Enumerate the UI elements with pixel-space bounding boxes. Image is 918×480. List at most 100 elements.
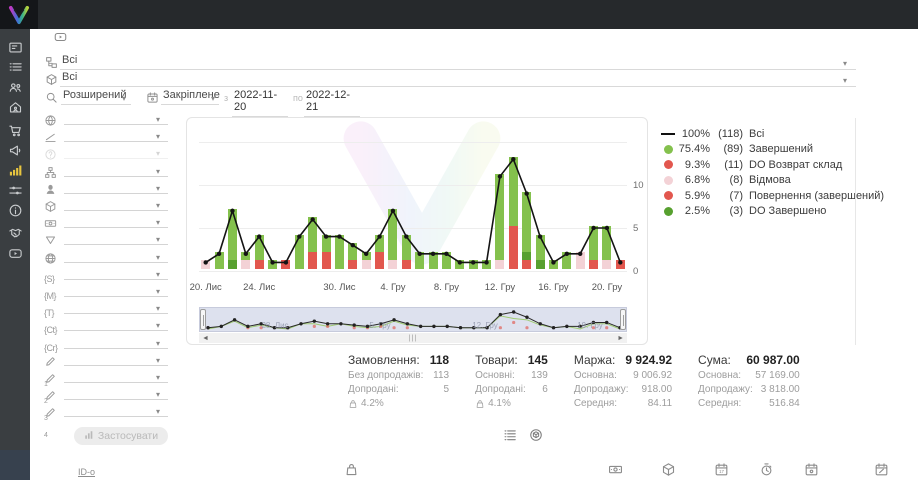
bar-2022-12-06[interactable] <box>415 252 424 269</box>
column-header-banknote[interactable] <box>608 462 623 480</box>
filter-select-17[interactable] <box>64 387 168 400</box>
chevron-down-icon[interactable]: ▾ <box>156 201 160 210</box>
video-tutorial-button[interactable] <box>51 30 70 44</box>
bar-2022-12-04[interactable] <box>388 209 397 269</box>
filter-select-11[interactable] <box>64 284 168 297</box>
chevron-down-icon[interactable]: ▾ <box>156 304 160 313</box>
sidebar-item-list[interactable] <box>0 57 30 77</box>
filter-select-6[interactable] <box>64 198 168 211</box>
chevron-down-icon[interactable]: ▾ <box>156 373 160 382</box>
filter-select-4[interactable] <box>64 164 168 177</box>
scroll-right-icon[interactable]: ► <box>614 335 627 342</box>
scroll-left-icon[interactable]: ◄ <box>199 335 212 342</box>
legend-entry[interactable]: 75.4%(89)Завершений <box>660 142 855 158</box>
bar-2022-12-11[interactable] <box>482 260 491 269</box>
bar-2022-12-08[interactable] <box>442 252 451 269</box>
bar-2022-11-21[interactable] <box>215 252 224 269</box>
bar-2022-11-25[interactable] <box>268 260 277 269</box>
chevron-down-icon[interactable]: ▾ <box>843 76 847 85</box>
filter-select-16[interactable] <box>64 370 168 383</box>
bar-2022-11-26[interactable] <box>281 260 290 269</box>
bar-2022-12-16[interactable] <box>549 260 558 269</box>
chevron-down-icon[interactable]: ▾ <box>156 390 160 399</box>
chevron-down-icon[interactable]: ▾ <box>156 132 160 141</box>
app-logo[interactable] <box>0 0 38 29</box>
filter-select-9[interactable] <box>64 250 168 263</box>
bar-2022-11-23[interactable] <box>241 252 250 269</box>
bar-2022-12-20[interactable] <box>602 226 611 269</box>
sidebar-item-dashboard[interactable] <box>0 37 30 57</box>
chevron-down-icon[interactable]: ▾ <box>156 253 160 262</box>
view-toggle-toggle-list[interactable] <box>503 428 517 442</box>
chevron-down-icon[interactable]: ▾ <box>843 59 847 68</box>
sidebar-item-users[interactable] <box>0 77 30 97</box>
chevron-down-icon[interactable]: ▾ <box>156 218 160 227</box>
filter-select-10[interactable] <box>64 267 168 280</box>
column-header-id-sort[interactable]: ID-o <box>78 462 95 480</box>
chevron-down-icon[interactable]: ▾ <box>156 287 160 296</box>
column-header-calendar-a[interactable] <box>804 462 819 480</box>
filter-select-18[interactable] <box>64 404 168 417</box>
sidebar-item-household[interactable] <box>0 97 30 117</box>
chevron-down-icon[interactable]: ▾ <box>156 115 160 124</box>
filter-select-12[interactable] <box>64 301 168 314</box>
chart-minimap[interactable]: 28. Лис5. Гру12. Гру19. Гру <box>199 307 627 332</box>
column-header-clock[interactable] <box>759 462 774 480</box>
legend-entry[interactable]: 5.9%(7)Повернення (завершений) <box>660 188 855 204</box>
bar-2022-12-10[interactable] <box>469 260 478 269</box>
bar-2022-12-02[interactable] <box>362 252 371 269</box>
source-select[interactable]: Всі <box>60 54 856 70</box>
chevron-down-icon[interactable]: ▾ <box>156 184 160 193</box>
column-header-package[interactable] <box>661 462 676 480</box>
bar-2022-12-18[interactable] <box>576 252 585 269</box>
filter-select-14[interactable] <box>64 336 168 349</box>
product-select[interactable]: Всі <box>60 71 856 87</box>
sidebar-item-barchart[interactable] <box>0 160 30 180</box>
bar-2022-12-07[interactable] <box>429 252 438 269</box>
filter-select-15[interactable] <box>64 353 168 366</box>
legend-entry[interactable]: 6.8%(8)Відмова <box>660 173 855 189</box>
minimap-left-handle[interactable] <box>200 309 206 330</box>
bar-2022-12-19[interactable] <box>589 226 598 269</box>
bar-2022-12-14[interactable] <box>522 192 531 269</box>
sidebar-item-handshake[interactable] <box>0 222 30 242</box>
sidebar-item-sliders[interactable] <box>0 180 30 200</box>
filter-select-1[interactable] <box>64 112 168 125</box>
column-header-calendar-17[interactable]: 17 <box>714 462 729 480</box>
bar-2022-12-17[interactable] <box>562 252 571 269</box>
bar-2022-12-21[interactable] <box>616 260 625 269</box>
sidebar-item-megaphone[interactable] <box>0 140 30 160</box>
sidebar-item-info[interactable] <box>0 200 30 220</box>
chevron-down-icon[interactable]: ▾ <box>156 339 160 348</box>
chevron-down-icon[interactable]: ▾ <box>156 235 160 244</box>
filter-select-2[interactable] <box>64 129 168 142</box>
chevron-down-icon[interactable]: ▾ <box>156 167 160 176</box>
column-header-calendar-edit[interactable] <box>874 462 889 480</box>
chevron-down-icon[interactable]: ▾ <box>211 94 215 103</box>
chevron-down-icon[interactable]: ▾ <box>156 356 160 365</box>
filter-select-13[interactable] <box>64 318 168 331</box>
bar-2022-11-20[interactable] <box>201 260 210 269</box>
filter-select-7[interactable] <box>64 215 168 228</box>
view-toggle-package-circle[interactable] <box>529 428 543 442</box>
filter-select-8[interactable] <box>64 232 168 245</box>
date-to-input[interactable]: 2022-12-21 <box>304 89 360 117</box>
search-mode-select[interactable]: Розширений <box>61 89 131 105</box>
bar-2022-12-03[interactable] <box>375 235 384 269</box>
date-from-input[interactable]: 2022-11-20 <box>232 89 288 117</box>
bar-2022-11-30[interactable] <box>335 235 344 269</box>
minimap-right-handle[interactable] <box>620 309 626 330</box>
legend-entry[interactable]: 100%(118)Всі <box>660 126 855 142</box>
column-header-bag[interactable] <box>344 462 359 480</box>
bar-2022-11-24[interactable] <box>255 235 264 269</box>
filter-select-5[interactable] <box>64 181 168 194</box>
bar-2022-12-13[interactable] <box>509 157 518 269</box>
legend-entry[interactable]: 2.5%(3)DO Завершено <box>660 204 855 220</box>
bar-2022-12-15[interactable] <box>536 235 545 269</box>
bar-2022-11-22[interactable] <box>228 209 237 269</box>
apply-button[interactable]: Застосувати <box>74 427 168 445</box>
chevron-down-icon[interactable]: ▾ <box>156 321 160 330</box>
bar-2022-12-09[interactable] <box>455 260 464 269</box>
bar-2022-11-28[interactable] <box>308 217 317 269</box>
bar-2022-12-05[interactable] <box>402 235 411 269</box>
